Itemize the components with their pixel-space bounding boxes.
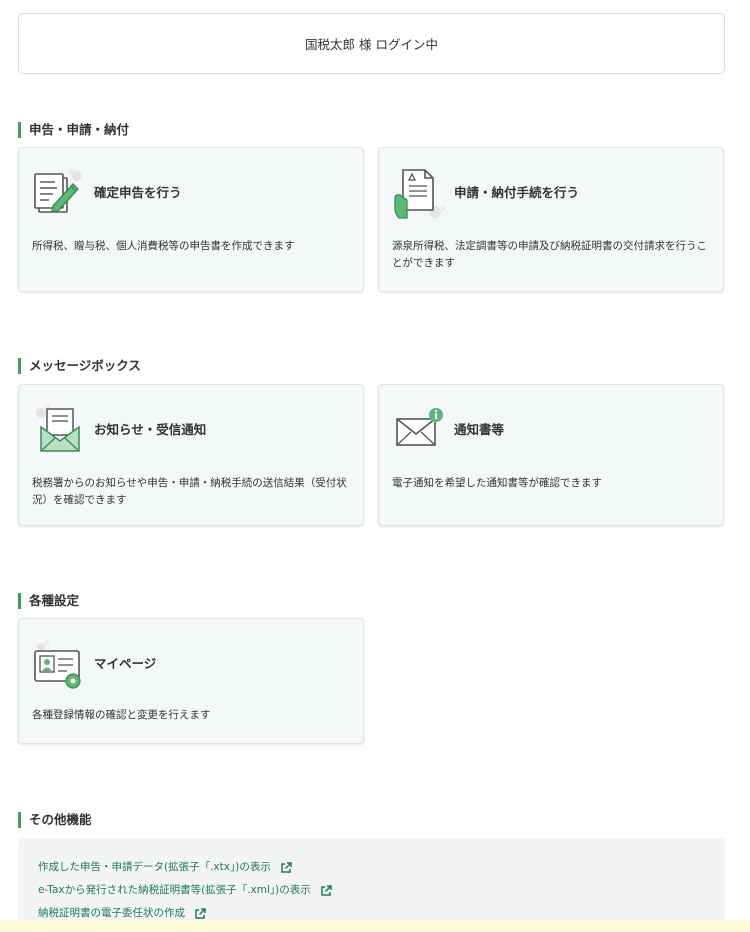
- section-title-filing: 申告・申請・納付: [18, 122, 129, 138]
- section-title-other: その他機能: [18, 812, 92, 828]
- link-view-xml-certificate[interactable]: e-Taxから発行された納税証明書等(拡張子「.xml」)の表示: [38, 879, 725, 902]
- card-application-payment[interactable]: 申請・納付手続を行う 源泉所得税、法定調書等の申請及び納税証明書の交付請求を行う…: [378, 147, 724, 292]
- external-link-icon: [280, 861, 292, 874]
- card-notifications[interactable]: 通知書等 電子通知を希望した通知書等が確認できます: [378, 384, 724, 526]
- card-description: 税務署からのお知らせや申告・申請・納税手続の送信結果（受付状況）を確認できます: [32, 477, 347, 506]
- id-card-gear-icon: [31, 635, 89, 693]
- section-title-messagebox: メッセージボックス: [18, 358, 141, 374]
- login-status-text: 国税太郎 様 ログイン中: [305, 37, 438, 52]
- link-view-xtx-data[interactable]: 作成した申告・申請データ(拡張子「.xtx」)の表示: [38, 856, 725, 879]
- card-mypage[interactable]: マイページ 各種登録情報の確認と変更を行えます: [18, 618, 364, 744]
- card-title: 確定申告を行う: [94, 185, 182, 200]
- section-title-settings: 各種設定: [18, 593, 79, 609]
- bottom-notice-bar: [0, 920, 750, 932]
- link-label[interactable]: 作成した申告・申請データ(拡張子「.xtx」)の表示: [38, 856, 271, 879]
- card-title: 申請・納付手続を行う: [454, 185, 580, 200]
- card-title: マイページ: [94, 656, 157, 671]
- login-status-box: 国税太郎 様 ログイン中: [18, 13, 725, 74]
- hand-document-icon: [391, 164, 449, 222]
- card-description: 各種登録情報の確認と変更を行えます: [32, 709, 211, 721]
- card-description: 所得税、贈与税、個人消費税等の申告書を作成できます: [32, 240, 295, 252]
- card-description: 電子通知を希望した通知書等が確認できます: [392, 477, 602, 489]
- envelope-info-icon: [391, 401, 449, 459]
- envelope-letter-icon: [31, 401, 89, 459]
- external-link-icon: [194, 907, 206, 920]
- card-tax-return[interactable]: 確定申告を行う 所得税、贈与税、個人消費税等の申告書を作成できます: [18, 147, 364, 292]
- document-pen-icon: [31, 164, 89, 222]
- card-notices[interactable]: お知らせ・受信通知 税務署からのお知らせや申告・申請・納税手続の送信結果（受付状…: [18, 384, 364, 526]
- card-title: お知らせ・受信通知: [94, 422, 207, 437]
- other-functions-box: 作成した申告・申請データ(拡張子「.xtx」)の表示 e-Taxから発行された納…: [18, 838, 725, 932]
- link-label[interactable]: e-Taxから発行された納税証明書等(拡張子「.xml」)の表示: [38, 879, 311, 902]
- card-description: 源泉所得税、法定調書等の申請及び納税証明書の交付請求を行うことができます: [392, 240, 707, 269]
- card-title: 通知書等: [454, 422, 505, 437]
- external-link-icon: [320, 884, 332, 897]
